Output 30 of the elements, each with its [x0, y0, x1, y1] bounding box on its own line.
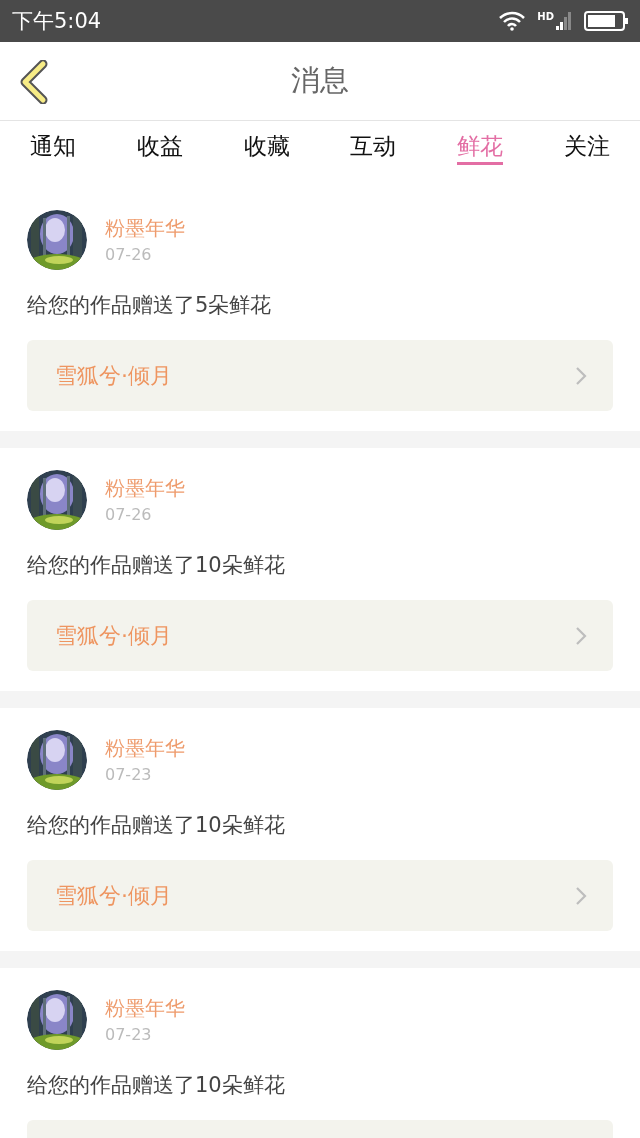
network-type-label: HD [537, 11, 554, 22]
message-text: 给您的作品赠送了10朵鲜花 [27, 552, 286, 578]
tab[interactable]: 互动 [320, 121, 427, 188]
tab[interactable]: 收藏 [213, 121, 320, 188]
message-date: 07-26 [105, 505, 153, 525]
message-date: 07-23 [105, 765, 153, 785]
chevron-right-icon [575, 885, 587, 906]
battery-icon [584, 11, 628, 31]
tab[interactable]: 收益 [106, 121, 214, 188]
tab[interactable]: 关注 [533, 121, 640, 188]
chevron-right-icon [575, 365, 587, 386]
message-text: 给您的作品赠送了10朵鲜花 [27, 812, 286, 838]
chevron-right-icon [575, 625, 587, 646]
sender-name[interactable]: 粉墨年华 [105, 215, 185, 241]
signal-icon [556, 12, 572, 30]
page-title: 消息 [291, 62, 349, 99]
sender-name[interactable]: 粉墨年华 [105, 735, 185, 761]
wifi-icon [499, 11, 526, 31]
tab[interactable]: 鲜花 [426, 121, 534, 188]
sender-name[interactable]: 粉墨年华 [105, 995, 185, 1021]
tab[interactable]: 通知 [0, 121, 107, 188]
work-link[interactable]: 雪狐兮·倾月 [27, 340, 613, 411]
message-date: 07-26 [105, 245, 153, 265]
clock-time: 下午5:04 [12, 8, 103, 35]
sender-name[interactable]: 粉墨年华 [105, 475, 185, 501]
work-link[interactable]: 雪狐兮·倾月 [27, 860, 613, 931]
message-text: 给您的作品赠送了5朵鲜花 [27, 292, 273, 318]
message-text: 给您的作品赠送了10朵鲜花 [27, 1072, 286, 1098]
work-link[interactable]: 雪狐兮·倾月 [27, 600, 613, 671]
message-date: 07-23 [105, 1025, 153, 1045]
